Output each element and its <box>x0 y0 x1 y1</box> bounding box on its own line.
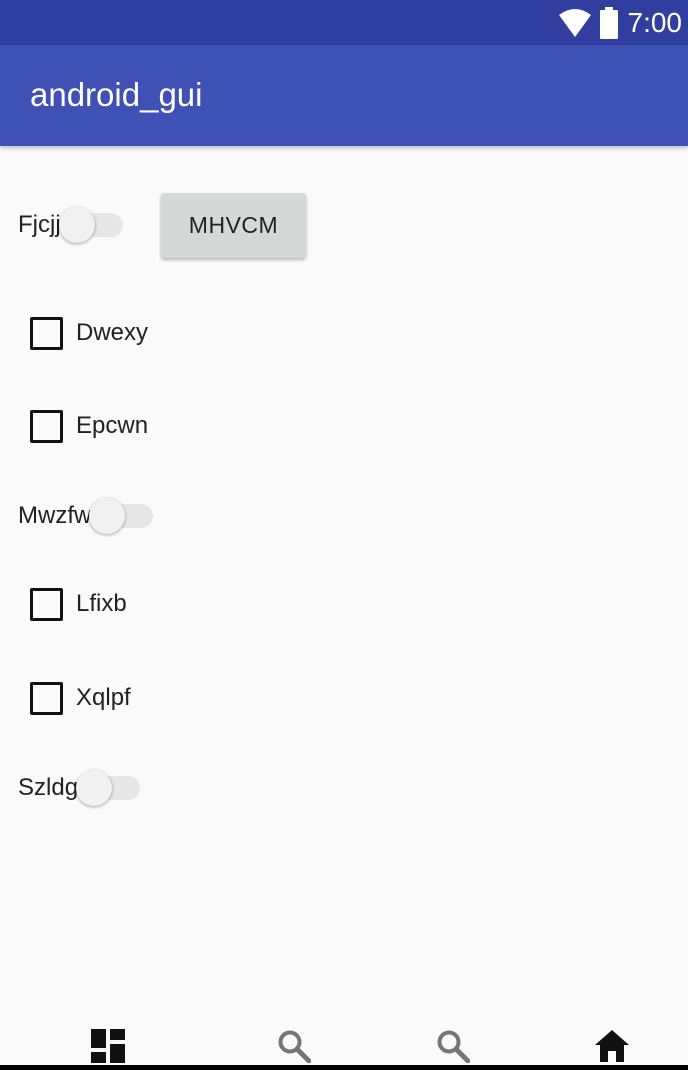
checkbox-row-lfixb[interactable]: Lfixb <box>30 587 127 621</box>
mhvcm-button[interactable]: MHVCM <box>161 193 306 258</box>
checkbox-row-epcwn[interactable]: Epcwn <box>30 409 148 443</box>
status-icons: 7:00 <box>558 0 683 45</box>
nav-item-dashboard[interactable] <box>88 1026 128 1066</box>
switch-row-szldg: Szldg <box>18 768 142 808</box>
checkbox-dwexy[interactable] <box>30 316 63 350</box>
app-bar: android_gui <box>0 45 688 146</box>
switch-thumb <box>58 207 95 243</box>
app-screen: 7:00 android_gui Fjcjj MHVCM Dwexy Epcwn… <box>0 0 688 1070</box>
switch-mwzfw[interactable] <box>89 496 155 536</box>
switch-thumb <box>76 770 113 806</box>
home-icon <box>595 1030 629 1062</box>
switch-row-fjcjj: Fjcjj <box>18 205 125 245</box>
nav-bar-divider <box>0 1065 688 1070</box>
switch-szldg[interactable] <box>76 768 142 808</box>
search-icon <box>437 1030 470 1063</box>
battery-icon <box>599 6 618 39</box>
nav-item-search-2[interactable] <box>433 1026 473 1066</box>
checkbox-lfixb[interactable] <box>30 587 63 621</box>
search-icon <box>278 1030 311 1063</box>
wifi-icon <box>558 8 591 37</box>
checkbox-label-xqlpf: Xqlpf <box>76 684 131 711</box>
switch-label-fjcjj: Fjcjj <box>18 211 61 238</box>
checkbox-label-epcwn: Epcwn <box>76 412 149 439</box>
status-bar: 7:00 <box>0 0 688 45</box>
checkbox-epcwn[interactable] <box>30 409 63 443</box>
app-title: android_gui <box>30 76 203 113</box>
status-time: 7:00 <box>627 7 683 38</box>
switch-label-szldg: Szldg <box>18 774 79 801</box>
switch-fjcjj[interactable] <box>58 205 125 245</box>
nav-item-search-1[interactable] <box>274 1026 314 1066</box>
checkbox-xqlpf[interactable] <box>30 681 63 715</box>
switch-row-mwzfw: Mwzfw <box>18 496 155 536</box>
switch-thumb <box>89 498 126 534</box>
checkbox-row-xqlpf[interactable]: Xqlpf <box>30 681 131 715</box>
checkbox-label-dwexy: Dwexy <box>76 319 149 346</box>
nav-item-home[interactable] <box>592 1026 632 1066</box>
dashboard-icon <box>91 1029 125 1063</box>
checkbox-row-dwexy[interactable]: Dwexy <box>30 316 148 350</box>
content-area: Fjcjj MHVCM Dwexy Epcwn Mwzfw Lfixb Xqlp… <box>0 146 688 1016</box>
bottom-navigation <box>0 1016 688 1070</box>
switch-label-mwzfw: Mwzfw <box>18 502 92 529</box>
checkbox-label-lfixb: Lfixb <box>76 590 127 617</box>
